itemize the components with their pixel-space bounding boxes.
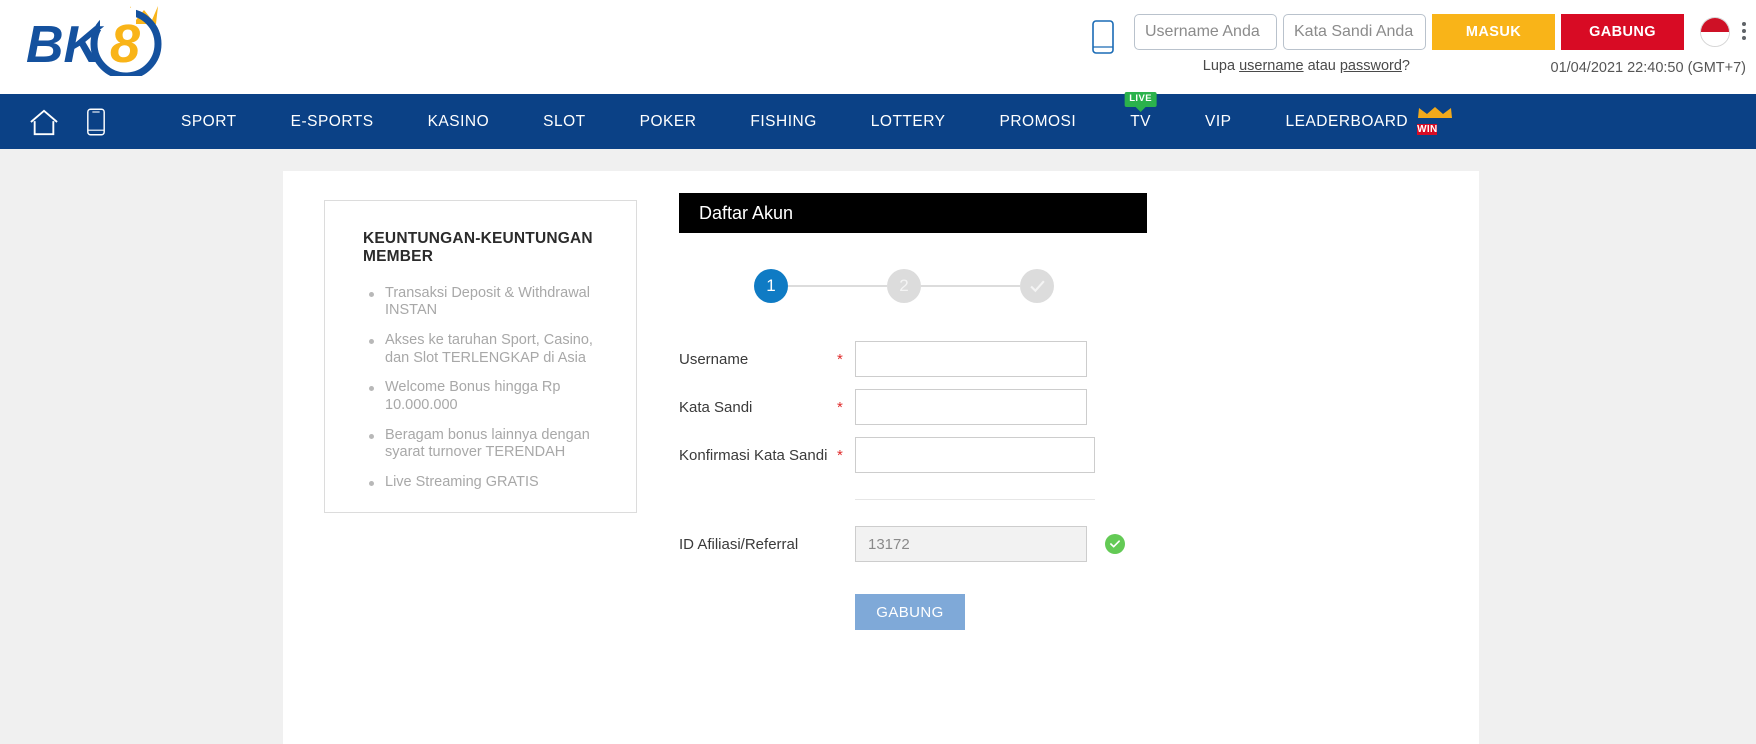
password-input[interactable]	[1283, 14, 1426, 50]
benefits-title: KEUNTUNGAN-KEUNTUNGAN MEMBER	[363, 230, 593, 266]
nav-label: FISHING	[750, 112, 817, 130]
field-label: ID Afiliasi/Referral	[679, 535, 799, 553]
crown-icon	[1418, 106, 1453, 118]
forgot-prefix: Lupa	[1202, 58, 1240, 74]
nav-item-slot[interactable]: SLOT	[516, 94, 612, 149]
nav-item-tv[interactable]: LIVE TV	[1103, 92, 1178, 149]
mobile-phone-icon[interactable]	[1090, 20, 1116, 54]
forgot-password-link[interactable]: password	[1340, 58, 1402, 74]
page-background: KEUNTUNGAN-KEUNTUNGAN MEMBER Transaksi D…	[0, 149, 1756, 744]
field-label: Konfirmasi Kata Sandi	[679, 446, 828, 464]
step-label: 1	[766, 276, 776, 295]
indonesia-flag-icon[interactable]	[1700, 17, 1730, 47]
page-title: Daftar Akun	[699, 202, 794, 223]
step-connector	[788, 285, 887, 287]
step-2[interactable]: 2	[887, 269, 921, 303]
confirm-password-field[interactable]	[855, 437, 1095, 473]
forgot-suffix: ?	[1401, 58, 1410, 74]
header-account-area: MASUK GABUNG	[1090, 14, 1730, 54]
win-badge: WIN	[1417, 106, 1453, 137]
nav-item-promosi[interactable]: PROMOSI	[972, 94, 1103, 149]
list-item: Live Streaming GRATIS	[369, 474, 612, 492]
member-benefits-panel: KEUNTUNGAN-KEUNTUNGAN MEMBER Transaksi D…	[324, 200, 637, 513]
field-row-password: Kata Sandi *	[679, 389, 1199, 425]
form-fields: Username * Kata Sandi * Konfirmasi Kata …	[679, 341, 1199, 630]
field-row-referral: ID Afiliasi/Referral	[679, 526, 1199, 562]
nav-label: TV	[1130, 112, 1151, 130]
list-item: Welcome Bonus hingga Rp 10.000.000	[369, 379, 612, 414]
check-circle-icon	[1105, 534, 1125, 554]
step-label: 2	[899, 276, 909, 295]
step-1[interactable]: 1	[754, 269, 788, 303]
field-row-confirm-password: Konfirmasi Kata Sandi *	[679, 437, 1199, 473]
nav-item-leaderboard[interactable]: LEADERBOARD WIN	[1258, 94, 1480, 149]
nav-item-e-sports[interactable]: E-SPORTS	[264, 94, 401, 149]
referral-id-field[interactable]	[855, 526, 1087, 562]
page-header: BK 8 MASUK GABUNG Lupa username atau pas…	[0, 0, 1756, 94]
svg-text:BK: BK	[26, 16, 105, 74]
step-connector	[921, 285, 1020, 287]
nav-item-kasino[interactable]: KASINO	[401, 94, 517, 149]
submit-register-button[interactable]: GABUNG	[855, 594, 965, 630]
nav-label: SLOT	[543, 112, 586, 130]
forgot-middle: atau	[1303, 58, 1340, 74]
form-divider	[855, 499, 1095, 500]
nav-label: LEADERBOARD	[1285, 112, 1409, 130]
benefits-list: Transaksi Deposit & Withdrawal INSTAN Ak…	[363, 285, 612, 492]
nav-mobile-app-icon[interactable]	[70, 94, 122, 149]
form-title-bar: Daftar Akun	[679, 193, 1147, 233]
nav-label: VIP	[1205, 112, 1232, 130]
step-3-complete[interactable]	[1020, 269, 1054, 303]
nav-label: PROMOSI	[999, 112, 1077, 130]
required-marker: *	[837, 446, 843, 464]
list-item: Akses ke taruhan Sport, Casino, dan Slot…	[369, 332, 612, 367]
server-timestamp: 01/04/2021 22:40:50 (GMT+7)	[1550, 60, 1746, 76]
field-label: Username	[679, 350, 749, 368]
nav-label: POKER	[639, 112, 697, 130]
bk8-logo[interactable]: BK 8	[18, 4, 198, 80]
nav-item-lottery[interactable]: LOTTERY	[844, 94, 973, 149]
nav-label: LOTTERY	[870, 112, 946, 130]
nav-label: KASINO	[427, 112, 490, 130]
check-icon	[1029, 279, 1045, 292]
nav-label: E-SPORTS	[290, 112, 374, 130]
username-input[interactable]	[1134, 14, 1277, 50]
nav-label: SPORT	[181, 112, 237, 130]
svg-text:8: 8	[110, 14, 140, 74]
nav-item-poker[interactable]: POKER	[613, 94, 724, 149]
live-badge: LIVE	[1124, 92, 1157, 107]
register-button[interactable]: GABUNG	[1561, 14, 1684, 50]
registration-stepper: 1 2	[754, 269, 1054, 303]
username-field[interactable]	[855, 341, 1087, 377]
password-field[interactable]	[855, 389, 1087, 425]
list-item: Transaksi Deposit & Withdrawal INSTAN	[369, 285, 612, 320]
required-marker: *	[837, 350, 843, 368]
nav-item-vip[interactable]: VIP	[1178, 94, 1258, 149]
browser-menu-icon[interactable]	[1735, 22, 1753, 40]
registration-form: Daftar Akun 1 2 Username * Kata Sandi * …	[679, 193, 1199, 630]
forgot-username-link[interactable]: username	[1239, 58, 1303, 74]
main-navigation: SPORT E-SPORTS KASINO SLOT POKER FISHING…	[0, 92, 1756, 149]
required-marker: *	[837, 398, 843, 416]
forgot-credentials-text: Lupa username atau password?	[1203, 58, 1410, 74]
win-badge-label: WIN	[1417, 123, 1438, 135]
nav-home-icon[interactable]	[18, 94, 70, 149]
nav-item-sport[interactable]: SPORT	[154, 94, 264, 149]
content-panel: KEUNTUNGAN-KEUNTUNGAN MEMBER Transaksi D…	[283, 171, 1479, 744]
login-button[interactable]: MASUK	[1432, 14, 1555, 50]
list-item: Beragam bonus lainnya dengan syarat turn…	[369, 427, 612, 462]
field-row-username: Username *	[679, 341, 1199, 377]
field-label: Kata Sandi	[679, 398, 753, 416]
nav-items-list: SPORT E-SPORTS KASINO SLOT POKER FISHING…	[154, 92, 1480, 149]
nav-item-fishing[interactable]: FISHING	[723, 94, 843, 149]
